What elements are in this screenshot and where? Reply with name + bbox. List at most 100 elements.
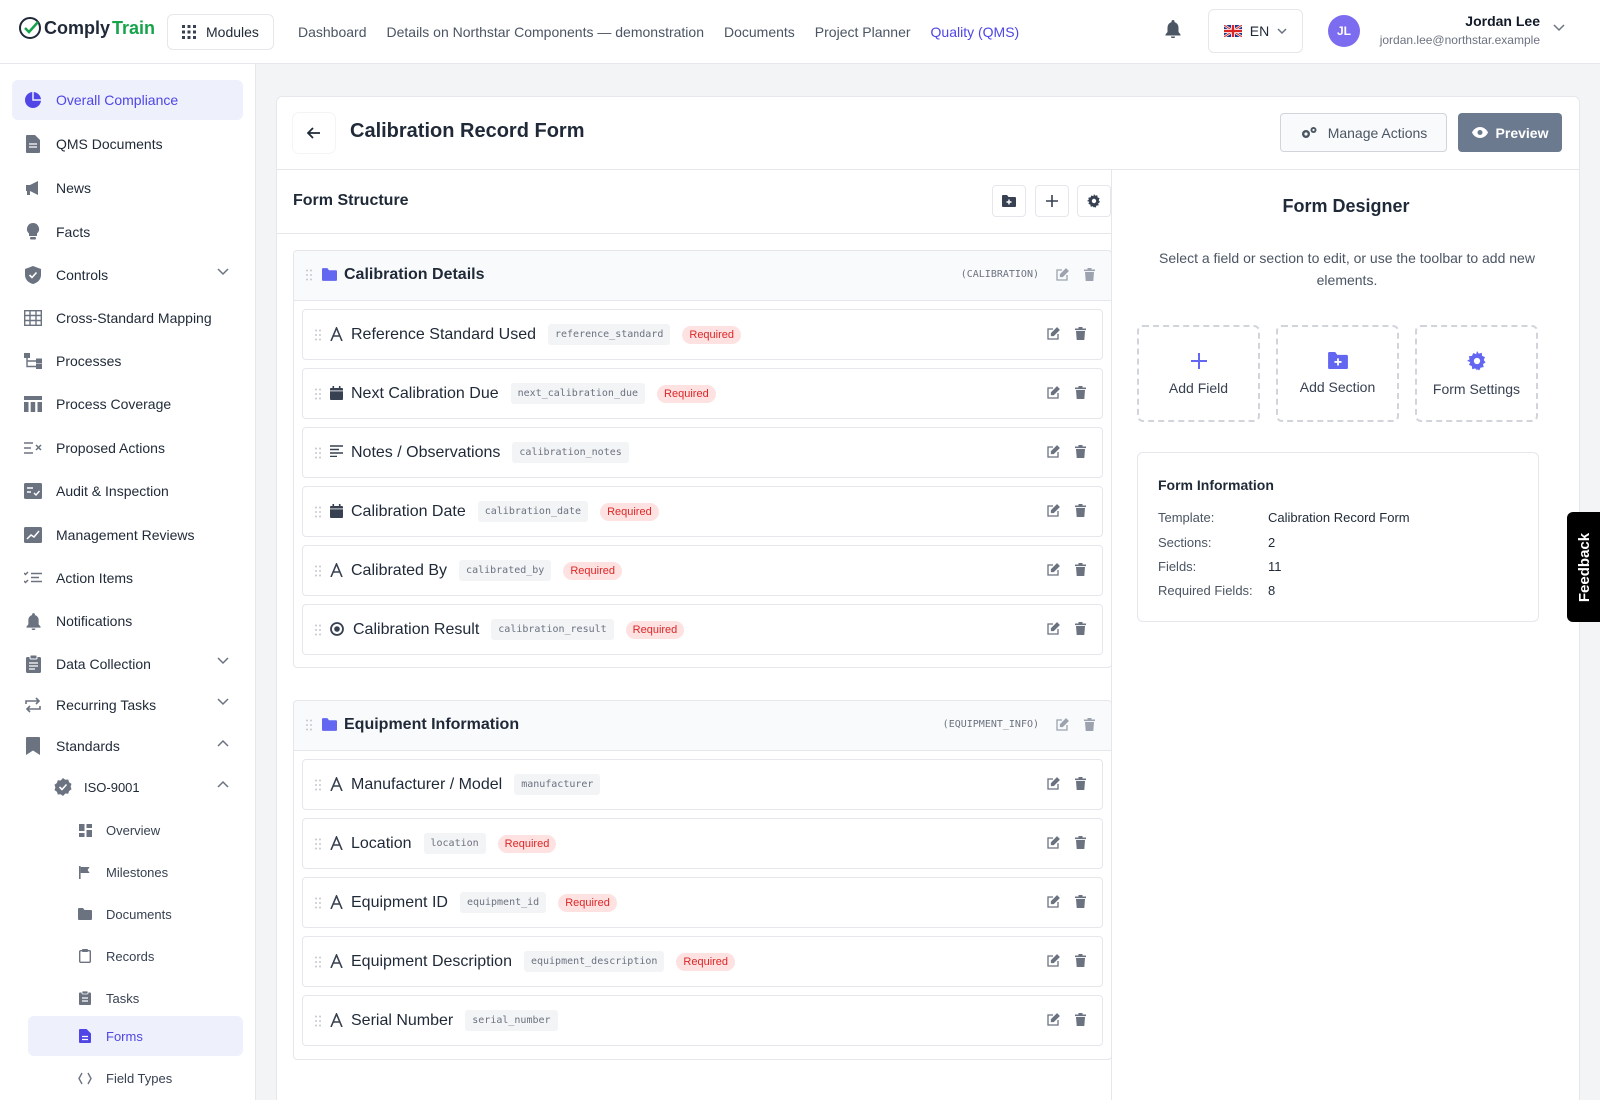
app-logo[interactable]: Comply Train xyxy=(18,16,155,40)
trash-icon[interactable] xyxy=(1075,563,1086,576)
feedback-tab[interactable]: Feedback xyxy=(1567,512,1600,622)
sidebar-item-overview[interactable]: Overview xyxy=(28,810,243,850)
field-row[interactable]: Serial Number serial_number xyxy=(302,995,1103,1046)
nav-quality[interactable]: Quality (QMS) xyxy=(931,24,1020,40)
field-row[interactable]: Equipment ID equipment_id Required xyxy=(302,877,1103,928)
sidebar-item-management-reviews[interactable]: Management Reviews xyxy=(12,515,243,555)
bell-icon[interactable] xyxy=(1165,20,1181,38)
sidebar-item-processes[interactable]: Processes xyxy=(12,341,243,381)
trash-icon[interactable] xyxy=(1075,954,1086,967)
trash-icon[interactable] xyxy=(1075,895,1086,908)
drag-handle-icon[interactable] xyxy=(315,329,321,341)
nav-documents[interactable]: Documents xyxy=(724,24,795,40)
field-row[interactable]: Notes / Observations calibration_notes xyxy=(302,427,1103,478)
drag-handle-icon[interactable] xyxy=(315,624,321,636)
edit-icon[interactable] xyxy=(1056,718,1069,731)
sidebar-item-iso-9001[interactable]: ISO-9001 xyxy=(44,767,243,807)
trash-icon[interactable] xyxy=(1084,718,1095,731)
sidebar-item-controls[interactable]: Controls xyxy=(12,255,243,295)
edit-icon[interactable] xyxy=(1047,504,1060,517)
language-select[interactable]: EN xyxy=(1208,9,1303,53)
section-equipment-information[interactable]: Equipment Information (EQUIPMENT_INFO) M… xyxy=(293,700,1112,1060)
form-settings-button[interactable]: Form Settings xyxy=(1415,325,1538,422)
field-row[interactable]: Location location Required xyxy=(302,818,1103,869)
back-button[interactable] xyxy=(293,113,335,153)
edit-icon[interactable] xyxy=(1047,327,1060,340)
avatar[interactable]: JL xyxy=(1328,15,1360,47)
preview-button[interactable]: Preview xyxy=(1458,113,1562,152)
sidebar-item-field-types[interactable]: Field Types xyxy=(28,1058,243,1098)
edit-icon[interactable] xyxy=(1047,954,1060,967)
trash-icon[interactable] xyxy=(1075,445,1086,458)
add-field-toolbar-button[interactable] xyxy=(1035,185,1069,217)
user-info[interactable]: Jordan Lee jordan.lee@northstar.example xyxy=(1372,13,1540,47)
drag-handle-icon[interactable] xyxy=(315,506,321,518)
nav-project-planner[interactable]: Project Planner xyxy=(815,24,911,40)
edit-icon[interactable] xyxy=(1047,563,1060,576)
sidebar-item-proposed-actions[interactable]: Proposed Actions xyxy=(12,428,243,468)
trash-icon[interactable] xyxy=(1075,504,1086,517)
section-header[interactable]: Equipment Information (EQUIPMENT_INFO) xyxy=(294,701,1111,751)
edit-icon[interactable] xyxy=(1047,836,1060,849)
edit-icon[interactable] xyxy=(1047,1013,1060,1026)
trash-icon[interactable] xyxy=(1075,836,1086,849)
edit-icon[interactable] xyxy=(1047,895,1060,908)
field-row[interactable]: Equipment Description equipment_descript… xyxy=(302,936,1103,987)
field-row[interactable]: Reference Standard Used reference_standa… xyxy=(302,309,1103,360)
drag-handle-icon[interactable] xyxy=(315,838,321,850)
field-row[interactable]: Calibration Result calibration_result Re… xyxy=(302,604,1103,655)
drag-handle-icon[interactable] xyxy=(315,779,321,791)
nav-dashboard[interactable]: Dashboard xyxy=(298,24,367,40)
sidebar-item-action-items[interactable]: Action Items xyxy=(12,558,243,598)
sidebar-item-facts[interactable]: Facts xyxy=(12,212,243,252)
drag-handle-icon[interactable] xyxy=(315,565,321,577)
sidebar-item-documents[interactable]: Documents xyxy=(28,894,243,934)
sidebar-item-recurring-tasks[interactable]: Recurring Tasks xyxy=(12,685,243,725)
sidebar-item-audit-inspection[interactable]: Audit & Inspection xyxy=(12,471,243,511)
edit-icon[interactable] xyxy=(1047,777,1060,790)
drag-handle-icon[interactable] xyxy=(315,1015,321,1027)
chevron-down-icon[interactable] xyxy=(1553,24,1565,32)
field-row[interactable]: Calibration Date calibration_date Requir… xyxy=(302,486,1103,537)
sidebar-item-forms[interactable]: Forms xyxy=(28,1016,243,1056)
sidebar-item-news[interactable]: News xyxy=(12,168,243,208)
drag-handle-icon[interactable] xyxy=(315,447,321,459)
section-header[interactable]: Calibration Details (CALIBRATION) xyxy=(294,251,1111,301)
trash-icon[interactable] xyxy=(1075,777,1086,790)
edit-icon[interactable] xyxy=(1047,622,1060,635)
form-settings-toolbar-button[interactable] xyxy=(1077,185,1111,217)
trash-icon[interactable] xyxy=(1075,386,1086,399)
edit-icon[interactable] xyxy=(1056,268,1069,281)
sidebar-item-overall-compliance[interactable]: Overall Compliance xyxy=(12,80,243,120)
field-row[interactable]: Next Calibration Due next_calibration_du… xyxy=(302,368,1103,419)
nav-details[interactable]: Details on Northstar Components — demons… xyxy=(387,24,704,40)
trash-icon[interactable] xyxy=(1084,268,1095,281)
trash-icon[interactable] xyxy=(1075,327,1086,340)
field-row[interactable]: Manufacturer / Model manufacturer xyxy=(302,759,1103,810)
add-section-button[interactable]: Add Section xyxy=(1276,325,1399,422)
section-calibration-details[interactable]: Calibration Details (CALIBRATION) Refere… xyxy=(293,250,1112,668)
sidebar-item-cross-standard-mapping[interactable]: Cross-Standard Mapping xyxy=(12,298,243,338)
manage-actions-button[interactable]: Manage Actions xyxy=(1280,113,1447,152)
sidebar-item-notifications[interactable]: Notifications xyxy=(12,601,243,641)
add-section-toolbar-button[interactable] xyxy=(992,185,1026,217)
edit-icon[interactable] xyxy=(1047,445,1060,458)
drag-handle-icon[interactable] xyxy=(315,897,321,909)
sidebar-item-milestones[interactable]: Milestones xyxy=(28,852,243,892)
sidebar-item-tasks[interactable]: Tasks xyxy=(28,978,243,1018)
trash-icon[interactable] xyxy=(1075,1013,1086,1026)
sidebar-item-qms-documents[interactable]: QMS Documents xyxy=(12,124,243,164)
add-field-button[interactable]: Add Field xyxy=(1137,325,1260,422)
drag-handle-icon[interactable] xyxy=(315,956,321,968)
drag-handle-icon[interactable] xyxy=(315,388,321,400)
drag-handle-icon[interactable] xyxy=(306,719,312,731)
trash-icon[interactable] xyxy=(1075,622,1086,635)
edit-icon[interactable] xyxy=(1047,386,1060,399)
sidebar-item-process-coverage[interactable]: Process Coverage xyxy=(12,384,243,424)
sidebar-item-data-collection[interactable]: Data Collection xyxy=(12,644,243,684)
modules-button[interactable]: Modules xyxy=(167,14,274,50)
field-row[interactable]: Calibrated By calibrated_by Required xyxy=(302,545,1103,596)
drag-handle-icon[interactable] xyxy=(306,269,312,281)
sidebar-item-standards[interactable]: Standards xyxy=(12,726,243,766)
sidebar-item-records[interactable]: Records xyxy=(28,936,243,976)
